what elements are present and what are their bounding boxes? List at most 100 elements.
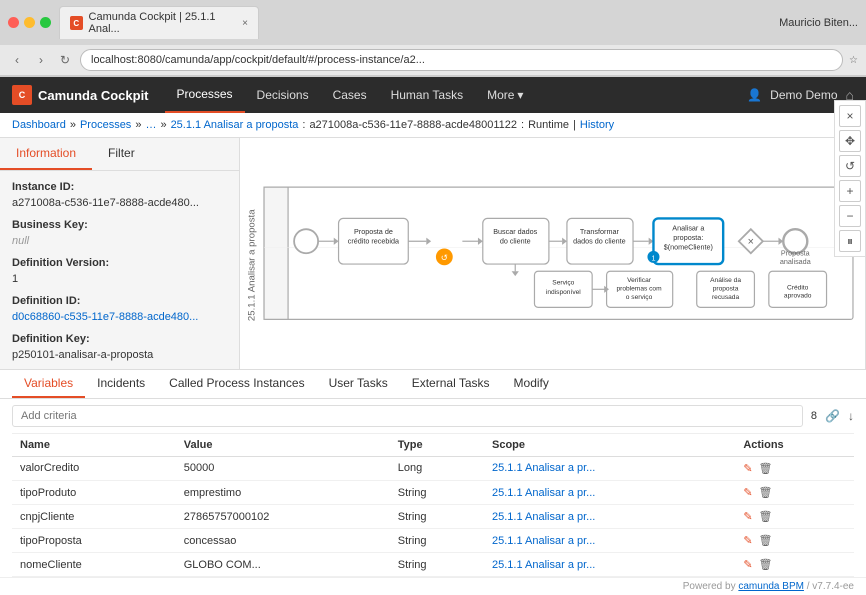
tab-external-tasks[interactable]: External Tasks xyxy=(400,370,502,398)
tab-filter[interactable]: Filter xyxy=(92,138,151,170)
col-scope: Scope xyxy=(484,434,735,457)
browser-tab[interactable]: C Camunda Cockpit | 25.1.1 Anal... × xyxy=(59,6,259,39)
tab-title: Camunda Cockpit | 25.1.1 Anal... xyxy=(89,11,233,35)
svg-text:↺: ↺ xyxy=(441,252,448,262)
var-type: Long xyxy=(390,456,484,481)
sep6: | xyxy=(573,119,576,131)
delete-variable-button[interactable]: 🗑 xyxy=(759,486,773,499)
delete-variable-button[interactable]: 🗑 xyxy=(759,510,773,523)
var-scope[interactable]: 25.1.1 Analisar a pr... xyxy=(484,529,735,553)
col-type: Type xyxy=(390,434,484,457)
nav-human-tasks[interactable]: Human Tasks xyxy=(379,77,475,113)
breadcrumb-process-name[interactable]: 25.1.1 Analisar a proposta xyxy=(171,119,299,131)
bookmark-icon[interactable]: ☆ xyxy=(849,55,858,66)
var-scope[interactable]: 25.1.1 Analisar a pr... xyxy=(484,456,735,481)
tab-favicon: C xyxy=(70,16,83,30)
svg-text:Transformar: Transformar xyxy=(580,227,620,236)
reset-view-button[interactable]: ↺ xyxy=(839,155,861,177)
variables-area: 8 🔗 ↓ Name Value Type Scope Actions valo… xyxy=(0,399,866,578)
result-count: 8 xyxy=(811,410,817,422)
svg-text:25.1.1 Analisar a proposta: 25.1.1 Analisar a proposta xyxy=(246,209,257,321)
svg-text:Serviço: Serviço xyxy=(552,280,574,287)
sep5: : xyxy=(521,119,524,131)
move-icon[interactable]: ✥ xyxy=(839,138,861,152)
search-criteria-input[interactable] xyxy=(12,405,803,427)
tab-user-tasks[interactable]: User Tasks xyxy=(317,370,400,398)
variables-table: Name Value Type Scope Actions valorCredi… xyxy=(12,434,854,578)
edit-variable-button[interactable]: ✎ xyxy=(743,534,752,547)
breadcrumb-history[interactable]: History xyxy=(580,119,614,131)
svg-text:indisponível: indisponível xyxy=(546,289,581,296)
svg-text:crédito recebida: crédito recebida xyxy=(348,237,399,246)
panel-tabs: Information Filter xyxy=(0,138,239,171)
svg-text:dados do cliente: dados do cliente xyxy=(573,237,625,246)
breadcrumb-processes[interactable]: Processes xyxy=(80,119,131,131)
footer-version: / v7.7.4-ee xyxy=(807,581,854,592)
address-input[interactable] xyxy=(80,49,843,71)
browser-user-label: Mauricio Biten... xyxy=(779,17,858,29)
breadcrumb-dashboard[interactable]: Dashboard xyxy=(12,119,66,131)
var-actions: ✎ 🗑 xyxy=(735,481,854,505)
traffic-lights xyxy=(8,17,51,28)
svg-text:aprovado: aprovado xyxy=(784,293,812,300)
download-icon[interactable]: ↓ xyxy=(848,409,854,423)
close-window-button[interactable] xyxy=(8,17,19,28)
delete-variable-button[interactable]: 🗑 xyxy=(759,462,773,475)
pause-button[interactable]: ⏸ xyxy=(839,230,861,252)
value-business-key: null xyxy=(12,235,29,247)
table-row: tipoProduto emprestimo String 25.1.1 Ana… xyxy=(12,481,854,505)
tab-variables[interactable]: Variables xyxy=(12,370,85,398)
tab-modify[interactable]: Modify xyxy=(502,370,561,398)
bpmn-area[interactable]: 25.1.1 Analisar a proposta Proposta de xyxy=(240,138,865,369)
edit-variable-button[interactable]: ✎ xyxy=(743,462,752,475)
footer-link[interactable]: camunda BPM xyxy=(738,581,804,592)
table-header-row: Name Value Type Scope Actions xyxy=(12,434,854,457)
value-instance-id: a271008a-c536-11e7-8888-acde480... xyxy=(12,197,199,209)
var-scope[interactable]: 25.1.1 Analisar a pr... xyxy=(484,481,735,505)
top-area: Information Filter Instance ID: a271008a… xyxy=(0,138,866,369)
user-label[interactable]: Demo Demo xyxy=(770,88,837,102)
back-button[interactable]: ‹ xyxy=(8,51,26,69)
delete-variable-button[interactable]: 🗑 xyxy=(759,558,773,571)
table-row: nomeCliente GLOBO COM... String 25.1.1 A… xyxy=(12,553,854,577)
var-scope[interactable]: 25.1.1 Analisar a pr... xyxy=(484,505,735,529)
breadcrumb-ellipsis[interactable]: … xyxy=(145,119,156,131)
bottom-tabs: Variables Incidents Called Process Insta… xyxy=(0,370,866,399)
col-actions: Actions xyxy=(735,434,854,457)
tab-information[interactable]: Information xyxy=(0,138,92,170)
var-actions: ✎ 🗑 xyxy=(735,553,854,577)
zoom-out-button[interactable]: − xyxy=(839,205,861,227)
svg-text:Verificar: Verificar xyxy=(627,277,652,284)
tab-called-process-instances[interactable]: Called Process Instances xyxy=(157,370,316,398)
forward-button[interactable]: › xyxy=(32,51,50,69)
reload-button[interactable]: ↻ xyxy=(56,51,74,69)
label-def-id: Definition ID: xyxy=(12,295,227,307)
bpmn-diagram: 25.1.1 Analisar a proposta Proposta de xyxy=(240,138,865,369)
var-value: 27865757000102 xyxy=(176,505,390,529)
svg-text:recusada: recusada xyxy=(712,294,740,301)
var-scope[interactable]: 25.1.1 Analisar a pr... xyxy=(484,553,735,577)
edit-variable-button[interactable]: ✎ xyxy=(743,558,752,571)
nav-cases[interactable]: Cases xyxy=(321,77,379,113)
value-def-id[interactable]: d0c68860-c535-11e7-8888-acde480... xyxy=(12,311,198,323)
left-panel: Information Filter Instance ID: a271008a… xyxy=(0,138,240,369)
app-header: C Camunda Cockpit Processes Decisions Ca… xyxy=(0,77,866,113)
link-icon[interactable]: 🔗 xyxy=(825,409,840,423)
nav-decisions[interactable]: Decisions xyxy=(245,77,321,113)
maximize-window-button[interactable] xyxy=(40,17,51,28)
minimize-window-button[interactable] xyxy=(24,17,35,28)
user-icon: 👤 xyxy=(747,88,762,102)
edit-variable-button[interactable]: ✎ xyxy=(743,486,752,499)
zoom-in-button[interactable]: + xyxy=(839,180,861,202)
edit-variable-button[interactable]: ✎ xyxy=(743,510,752,523)
label-instance-id: Instance ID: xyxy=(12,181,227,193)
var-value: GLOBO COM... xyxy=(176,553,390,577)
search-bar: 8 🔗 ↓ xyxy=(12,399,854,434)
svg-text:Crédito: Crédito xyxy=(787,284,809,291)
var-value: emprestimo xyxy=(176,481,390,505)
nav-more[interactable]: More ▾ xyxy=(475,77,535,113)
delete-variable-button[interactable]: 🗑 xyxy=(759,534,773,547)
nav-processes[interactable]: Processes xyxy=(165,77,245,113)
tab-incidents[interactable]: Incidents xyxy=(85,370,157,398)
tab-close-button[interactable]: × xyxy=(242,18,248,29)
